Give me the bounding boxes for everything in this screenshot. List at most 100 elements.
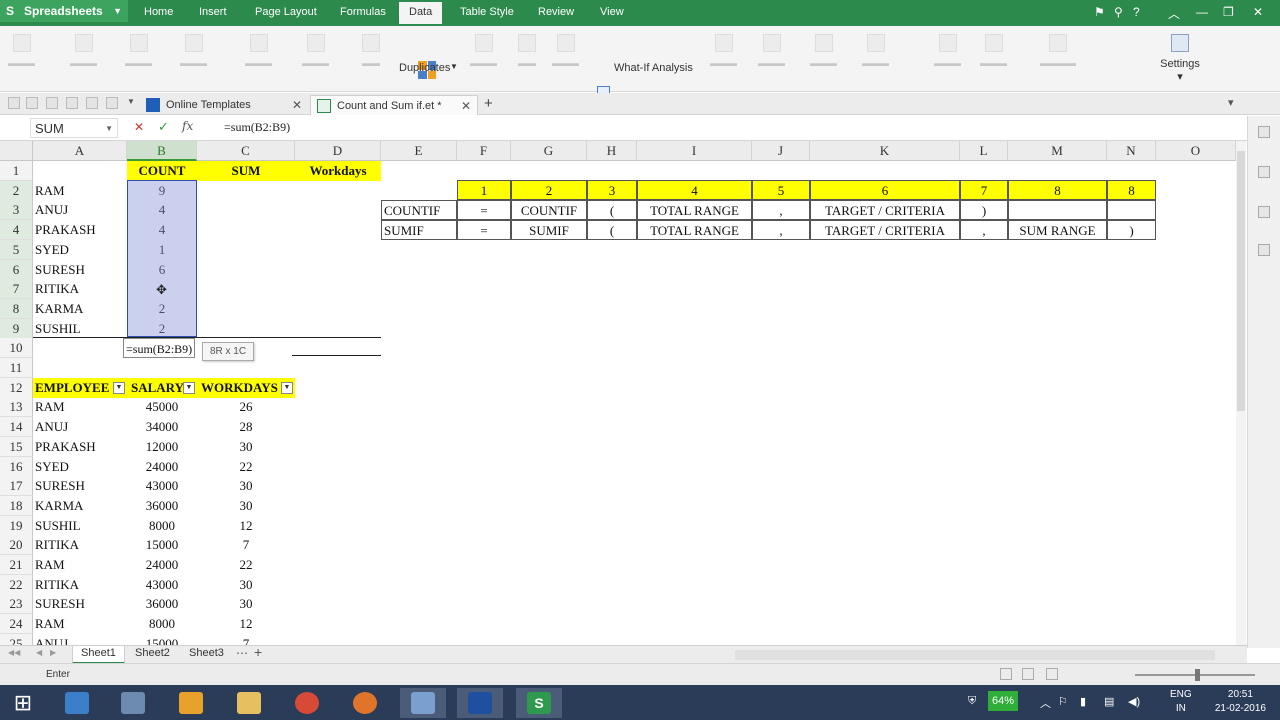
pane-icon[interactable] [1258,206,1270,218]
taskbar-app[interactable] [226,688,272,718]
taskbar-app[interactable] [457,688,503,718]
restore-icon[interactable]: ❐ [1223,5,1234,19]
cell-name[interactable]: RITIKA [33,279,127,299]
cell-g2[interactable]: 2 [511,180,587,200]
cell-name[interactable]: RAM [33,181,127,201]
insert-function-icon[interactable]: fx [182,119,193,133]
volume-icon[interactable]: ◀) [1128,695,1140,708]
chevron-down-icon[interactable]: ▼ [105,124,113,133]
cell-h3[interactable]: ( [587,200,637,220]
column-header-e[interactable]: E [381,141,457,161]
table-cell[interactable]: SURESH [33,476,127,496]
table-cell[interactable]: PRAKASH [33,437,127,457]
cell-m3[interactable] [1008,200,1107,220]
column-header-g[interactable]: G [511,141,587,161]
first-sheet-icon[interactable]: ◀◀ [8,648,20,657]
vertical-scroll-thumb[interactable] [1237,151,1245,411]
table-cell[interactable]: 28 [197,417,295,437]
power-icon[interactable]: ▮ [1080,695,1086,708]
close-tab-icon[interactable]: ✕ [292,98,302,112]
menu-formulas[interactable]: Formulas [340,6,386,18]
table-cell[interactable]: 22 [197,555,295,575]
column-header-j[interactable]: J [752,141,810,161]
row-header[interactable]: 8 [0,298,33,319]
next-sheet-icon[interactable]: ▶ [50,648,56,657]
horizontal-scrollbar[interactable] [735,650,1215,660]
menu-review[interactable]: Review [538,6,574,18]
row-header[interactable]: 9 [0,318,33,339]
cell-i2[interactable]: 4 [637,180,752,200]
table-cell[interactable]: 30 [197,575,295,595]
undo-icon[interactable] [86,97,98,109]
cell-l4[interactable]: , [960,220,1008,240]
menu-table-style[interactable]: Table Style [460,6,514,18]
cancel-formula-icon[interactable]: ✕ [134,120,144,134]
cell-b1[interactable]: COUNT [127,161,197,181]
row-header[interactable]: 16 [0,456,33,477]
cell-k2[interactable]: 6 [810,180,960,200]
row-header[interactable]: 6 [0,259,33,280]
shield-icon[interactable]: ⛨ [968,695,976,708]
column-header-b[interactable]: B [127,141,197,161]
cell-m2[interactable]: 8 [1008,180,1107,200]
taskbar-app[interactable]: S [516,688,562,718]
cell-g3[interactable]: COUNTIF [511,200,587,220]
filter-dropdown-icon[interactable]: ▼ [281,382,293,394]
tab-online-templates[interactable]: Online Templates ✕ [140,95,308,115]
minimize-icon[interactable]: — [1196,5,1208,19]
duplicates-chevron-icon[interactable]: ▼ [450,62,458,71]
table-cell[interactable]: 43000 [127,476,197,496]
cell-j2[interactable]: 5 [752,180,810,200]
column-header-a[interactable]: A [33,141,127,161]
menu-home[interactable]: Home [144,6,173,18]
table-cell[interactable]: 7 [197,634,295,645]
table-cell[interactable]: 8000 [127,614,197,634]
table-cell[interactable]: 8000 [127,516,197,536]
print-icon[interactable] [46,97,58,109]
active-cell-b10[interactable]: =sum(B2:B9) [123,338,195,358]
cell-name[interactable]: SYED [33,240,127,260]
table-cell[interactable]: RAM [33,555,127,575]
chevron-up-icon[interactable]: ︿ [1040,695,1051,711]
cell-name[interactable]: SURESH [33,260,127,280]
row-header[interactable]: 11 [0,358,33,378]
row-header[interactable]: 4 [0,220,33,241]
duplicates-button[interactable]: Duplicates [399,62,450,74]
close-tab-icon[interactable]: ✕ [461,99,471,113]
row-header[interactable]: 22 [0,574,33,595]
cell-g4[interactable]: SUMIF [511,220,587,240]
vertical-scrollbar[interactable] [1236,141,1246,645]
cell-h4[interactable]: ( [587,220,637,240]
row-header[interactable]: 21 [0,555,33,575]
taskbar-app[interactable] [54,688,100,718]
table-cell[interactable]: 36000 [127,496,197,516]
name-box[interactable]: SUM ▼ [30,118,118,138]
cell-l3[interactable]: ) [960,200,1008,220]
column-header-l[interactable]: L [960,141,1008,161]
add-sheet-icon[interactable]: + [254,644,262,660]
row-header[interactable]: 3 [0,200,33,221]
cell-l2[interactable]: 7 [960,180,1008,200]
row-header[interactable]: 20 [0,535,33,556]
table-cell[interactable]: 7 [197,535,295,555]
cell-e4[interactable]: SUMIF [381,220,457,240]
redo-icon[interactable] [106,97,118,109]
start-button[interactable]: ⊞ [0,688,46,718]
table-cell[interactable]: RAM [33,614,127,634]
pane-icon[interactable] [1258,166,1270,178]
menu-data[interactable]: Data [399,2,443,24]
more-sheets-icon[interactable]: ⋯ [236,646,248,660]
reading-view-icon[interactable] [1046,668,1058,680]
table-cell[interactable]: 26 [197,397,295,417]
new-tab-icon[interactable]: + [484,95,493,112]
table-cell[interactable]: 45000 [127,397,197,417]
sheet-tab-3[interactable]: Sheet3 [181,646,232,664]
flag-icon[interactable]: ⚐ [1058,695,1068,708]
tab-list-icon[interactable]: ▾ [1228,96,1234,109]
column-header-o[interactable]: O [1156,141,1236,161]
close-icon[interactable]: ✕ [1253,5,1263,19]
language-indicator[interactable]: ENG IN [1170,688,1192,716]
row-header[interactable]: 18 [0,495,33,516]
cell-f2[interactable]: 1 [457,180,511,200]
preview-icon[interactable] [66,97,78,109]
